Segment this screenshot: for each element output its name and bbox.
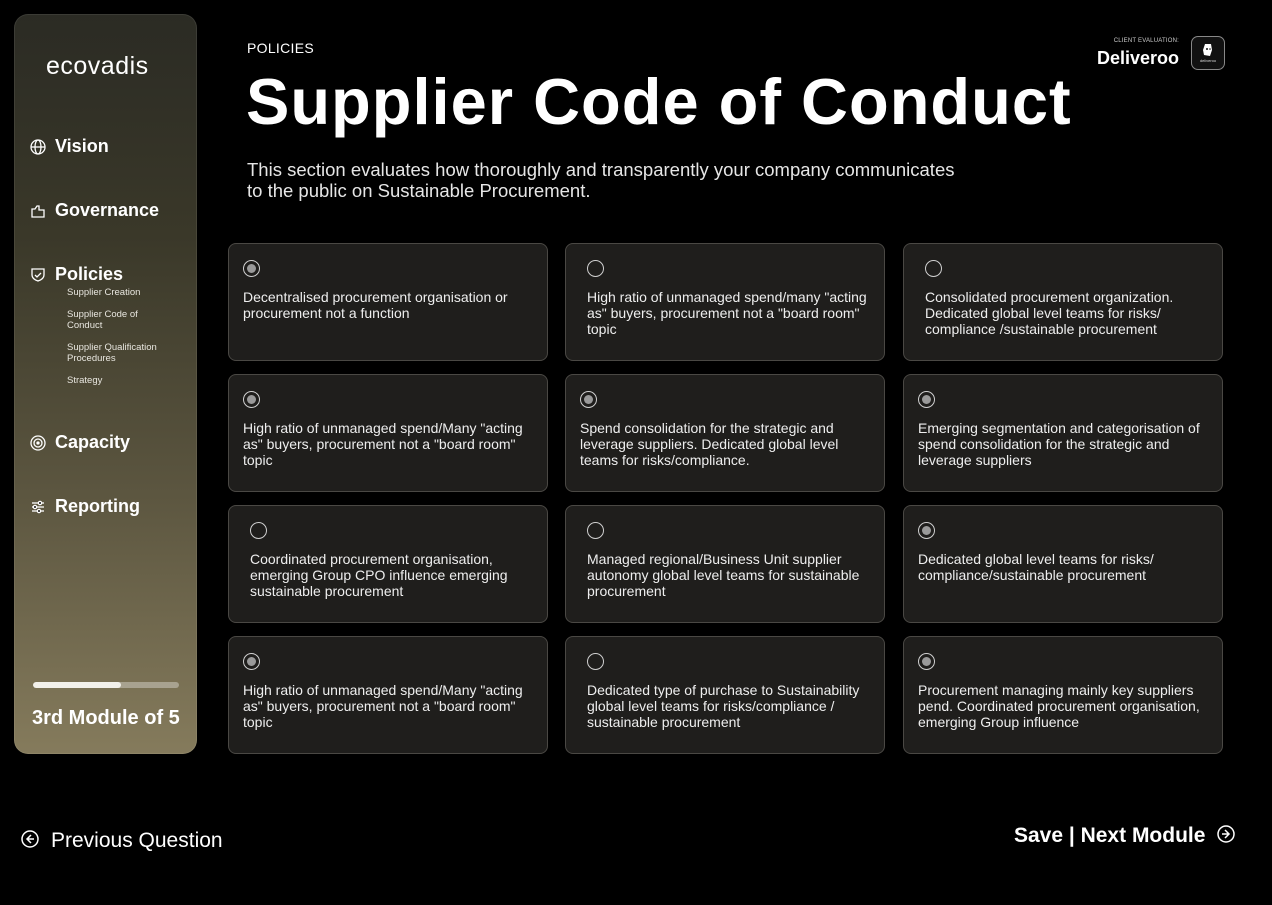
client-evaluation-label: CLIENT EVALUATION: <box>1113 38 1179 44</box>
nav-label-governance: Governance <box>55 200 160 220</box>
deliveroo-logo: deliveroo <box>1191 36 1225 70</box>
policies-subnav: Supplier Creation Supplier Code of Condu… <box>67 287 187 397</box>
section-label: POLICIES <box>247 40 314 56</box>
option-radio[interactable] <box>918 653 935 670</box>
nav-item-governance[interactable]: Governance <box>30 200 159 221</box>
option-text: High ratio of unmanaged spend/Many "acti… <box>243 420 523 468</box>
handshake-icon <box>30 203 46 219</box>
option-card[interactable]: High ratio of unmanaged spend/Many "acti… <box>228 374 548 492</box>
target-icon <box>30 434 46 451</box>
option-text: Spend consolidation for the strategic an… <box>580 420 839 468</box>
subnav-supplier-code-of-conduct[interactable]: Supplier Code of Conduct <box>67 309 157 331</box>
option-radio[interactable] <box>587 522 604 539</box>
module-progress-bar <box>33 682 179 688</box>
ecovadis-logo: ecovadis <box>46 52 149 80</box>
nav-item-capacity[interactable]: Capacity <box>30 432 130 453</box>
previous-question-label: Previous Question <box>51 829 223 852</box>
option-card[interactable]: High ratio of unmanaged spend/Many "acti… <box>228 636 548 754</box>
client-logo-text: deliveroo <box>1199 58 1217 63</box>
option-card[interactable]: Dedicated global level teams for risks/ … <box>903 505 1223 623</box>
arrow-right-circle-icon <box>1217 824 1236 848</box>
option-card[interactable]: Consolidated procurement organization. D… <box>903 243 1223 361</box>
nav-item-reporting[interactable]: Reporting <box>30 496 140 517</box>
option-radio[interactable] <box>250 522 267 539</box>
previous-question-button[interactable]: Previous Question <box>21 829 223 853</box>
nav-label-vision: Vision <box>55 136 109 156</box>
option-text: Consolidated procurement organization. D… <box>925 289 1174 337</box>
kangaroo-icon <box>1203 44 1212 56</box>
option-card[interactable]: Dedicated type of purchase to Sustainabi… <box>565 636 885 754</box>
arrow-left-circle-icon <box>21 829 39 853</box>
nav-item-policies[interactable]: Policies <box>30 264 123 285</box>
save-next-module-label: Save | Next Module <box>1014 824 1206 847</box>
sidebar: ecovadis Vision Governance Policies Supp… <box>14 14 197 754</box>
nav-label-capacity: Capacity <box>55 432 131 452</box>
globe-icon <box>30 138 46 155</box>
option-radio[interactable] <box>243 653 260 670</box>
module-progress-fill <box>33 682 121 688</box>
shield-check-icon <box>30 267 46 283</box>
option-radio[interactable] <box>918 522 935 539</box>
option-card[interactable]: Decentralised procurement organisation o… <box>228 243 548 361</box>
option-text: Dedicated global level teams for risks/ … <box>918 551 1154 583</box>
option-radio[interactable] <box>925 260 942 277</box>
save-next-module-button[interactable]: Save | Next Module <box>1014 824 1236 848</box>
nav-label-reporting: Reporting <box>55 496 140 516</box>
option-text: Procurement managing mainly key supplier… <box>918 682 1200 730</box>
option-card[interactable]: Managed regional/Business Unit supplier … <box>565 505 885 623</box>
option-radio[interactable] <box>587 653 604 670</box>
option-text: Managed regional/Business Unit supplier … <box>587 551 860 599</box>
option-text: Coordinated procurement organisation, em… <box>250 551 508 599</box>
page-title: Supplier Code of Conduct <box>246 65 1072 138</box>
client-name: Deliveroo <box>1096 48 1179 68</box>
option-radio[interactable] <box>587 260 604 277</box>
option-radio[interactable] <box>243 260 260 277</box>
subnav-supplier-qualification[interactable]: Supplier Qualification Procedures <box>67 342 172 364</box>
sliders-icon <box>30 499 46 515</box>
option-radio[interactable] <box>243 391 260 408</box>
option-radio[interactable] <box>918 391 935 408</box>
subnav-strategy[interactable]: Strategy <box>67 375 187 386</box>
option-text: Emerging segmentation and categorisation… <box>918 420 1200 468</box>
option-text: High ratio of unmanaged spend/Many "acti… <box>243 682 523 730</box>
nav-label-policies: Policies <box>55 264 124 284</box>
option-card[interactable]: Spend consolidation for the strategic an… <box>565 374 885 492</box>
option-text: High ratio of unmanaged spend/many "acti… <box>587 289 867 337</box>
option-text: Decentralised procurement organisation o… <box>243 289 508 321</box>
subnav-supplier-creation[interactable]: Supplier Creation <box>67 287 187 298</box>
option-radio[interactable] <box>580 391 597 408</box>
option-card[interactable]: Emerging segmentation and categorisation… <box>903 374 1223 492</box>
option-card[interactable]: Procurement managing mainly key supplier… <box>903 636 1223 754</box>
module-counter: 3rd Module of 5 <box>32 707 180 729</box>
option-text: Dedicated type of purchase to Sustainabi… <box>587 682 860 730</box>
option-card[interactable]: Coordinated procurement organisation, em… <box>228 505 548 623</box>
option-card[interactable]: High ratio of unmanaged spend/many "acti… <box>565 243 885 361</box>
page-description: This section evaluates how thoroughly an… <box>247 159 955 201</box>
nav-item-vision[interactable]: Vision <box>30 136 109 157</box>
